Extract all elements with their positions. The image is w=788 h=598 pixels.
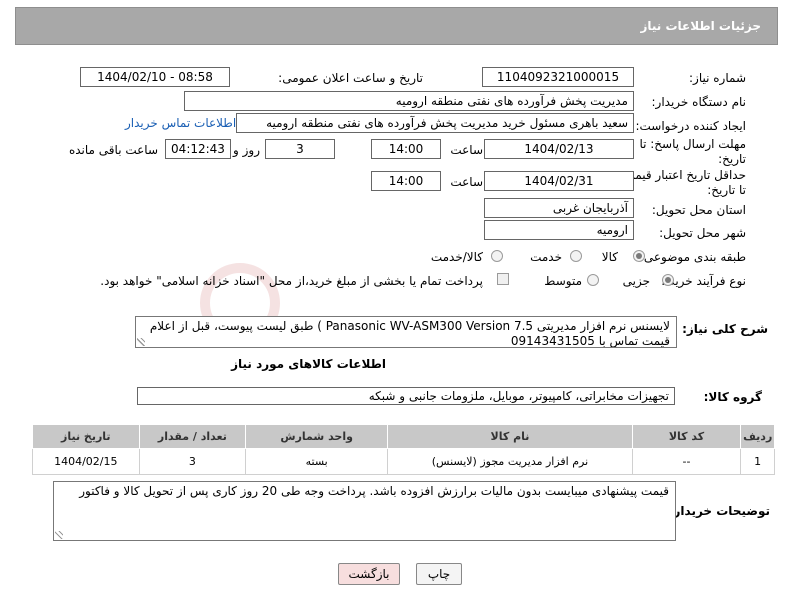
buyer-contact-link[interactable]: اطلاعات تماس خریدار: [125, 116, 236, 130]
resize-grip-icon[interactable]: [137, 338, 145, 346]
description-textarea[interactable]: لایسنس نرم افزار مدیریتی Panasonic WV-AS…: [135, 316, 677, 348]
page-header: جزئیات اطلاعات نیاز: [15, 7, 778, 45]
print-button[interactable]: چاپ: [416, 563, 462, 585]
need-number-field: 1104092321000015: [482, 67, 634, 87]
cell-quantity: 3: [138, 448, 247, 475]
cell-need-date: 1404/02/15: [32, 448, 140, 475]
need-number-label: شماره نیاز:: [689, 71, 746, 85]
goods-table: ردیف کد کالا نام کالا واحد شمارش تعداد /…: [32, 424, 775, 475]
page-title: جزئیات اطلاعات نیاز: [640, 19, 761, 33]
col-goods-code: کد کالا: [631, 424, 742, 449]
process-minor-radio[interactable]: [662, 274, 674, 286]
goods-section-title: اطلاعات کالاهای مورد نیاز: [231, 357, 386, 371]
price-validity-label: حداقل تاریخ اعتبار قیمت تا تاریخ:: [623, 168, 746, 197]
category-goods-label: کالا: [601, 250, 618, 264]
goods-group-label: گروه کالا:: [703, 390, 762, 404]
validity-date-field: 1404/02/31: [484, 171, 634, 191]
province-field: آذربایجان غربی: [484, 198, 634, 218]
cell-goods-code: --: [631, 448, 742, 475]
validity-time-label: ساعت: [450, 175, 483, 189]
back-button[interactable]: بازگشت: [338, 563, 400, 585]
buyer-notes-label: توضیحات خریدار:: [668, 504, 770, 518]
cell-goods-name: نرم افزار مدیریت مجوز (لایسنس): [387, 448, 633, 475]
col-need-date: تاریخ نیاز: [32, 424, 140, 449]
table-row: 1 -- نرم افزار مدیریت مجوز (لایسنس) بسته…: [32, 448, 775, 475]
buyer-org-field: مدیریت پخش فرآورده های نفتی منطقه ارومیه: [184, 91, 634, 111]
buyer-org-label: نام دستگاه خریدار:: [651, 95, 747, 109]
goods-table-header: ردیف کد کالا نام کالا واحد شمارش تعداد /…: [32, 424, 775, 449]
process-medium-label: متوسط: [544, 274, 582, 288]
category-label: طبقه بندی موضوعی:: [639, 250, 746, 264]
process-minor-label: جزیی: [622, 274, 650, 288]
category-goods-service-label: کالا/خدمت: [430, 250, 483, 264]
requester-label: ایجاد کننده درخواست:: [635, 119, 746, 133]
watermark-logo: [200, 255, 760, 365]
requester-field: سعید باهری مسئول خرید مدیریت پخش فرآورده…: [236, 113, 634, 133]
reply-days-field: 3: [265, 139, 335, 159]
days-and-label: روز و: [233, 143, 260, 157]
reply-date-field: 1404/02/13: [484, 139, 634, 159]
province-label: استان محل تحویل:: [651, 203, 746, 217]
col-unit: واحد شمارش: [245, 424, 389, 449]
buyer-notes-text: قیمت پیشنهادی میبایست بدون مالیات برارزش…: [79, 484, 669, 498]
city-field: ارومیه: [484, 220, 634, 240]
goods-group-field: تجهیزات مخابراتی، کامپیوتر، موبایل، ملزو…: [137, 387, 675, 405]
announce-datetime-field: 1404/02/10 - 08:58: [80, 67, 230, 87]
cell-row-number: 1: [740, 448, 775, 475]
reply-deadline-label: مهلت ارسال پاسخ: تا تاریخ:: [639, 137, 746, 166]
col-quantity: تعداد / مقدار: [138, 424, 247, 449]
city-label: شهر محل تحویل:: [659, 226, 746, 240]
treasury-payment-checkbox[interactable]: [497, 273, 509, 285]
buyer-notes-textarea[interactable]: قیمت پیشنهادی میبایست بدون مالیات برارزش…: [53, 481, 676, 541]
reply-time-label: ساعت: [450, 143, 483, 157]
category-goods-service-radio[interactable]: [491, 250, 503, 262]
col-row-number: ردیف: [740, 424, 775, 449]
col-goods-name: نام کالا: [387, 424, 633, 449]
category-service-radio[interactable]: [570, 250, 582, 262]
reply-time-field: 14:00: [371, 139, 441, 159]
treasury-payment-note: پرداخت تمام یا بخشی از مبلغ خرید،از محل …: [100, 274, 483, 288]
description-text: لایسنس نرم افزار مدیریتی Panasonic WV-AS…: [149, 319, 670, 348]
validity-time-field: 14:00: [371, 171, 441, 191]
remaining-time-label: ساعت باقی مانده: [68, 143, 158, 157]
description-label: شرح کلی نیاز:: [682, 322, 768, 336]
resize-grip-icon[interactable]: [55, 531, 63, 539]
remaining-time-field: 04:12:43: [165, 139, 231, 159]
category-service-label: خدمت: [530, 250, 562, 264]
process-medium-radio[interactable]: [587, 274, 599, 286]
category-goods-radio[interactable]: [633, 250, 645, 262]
cell-unit: بسته: [245, 448, 389, 475]
announce-datetime-label: تاریخ و ساعت اعلان عمومی:: [278, 71, 423, 85]
